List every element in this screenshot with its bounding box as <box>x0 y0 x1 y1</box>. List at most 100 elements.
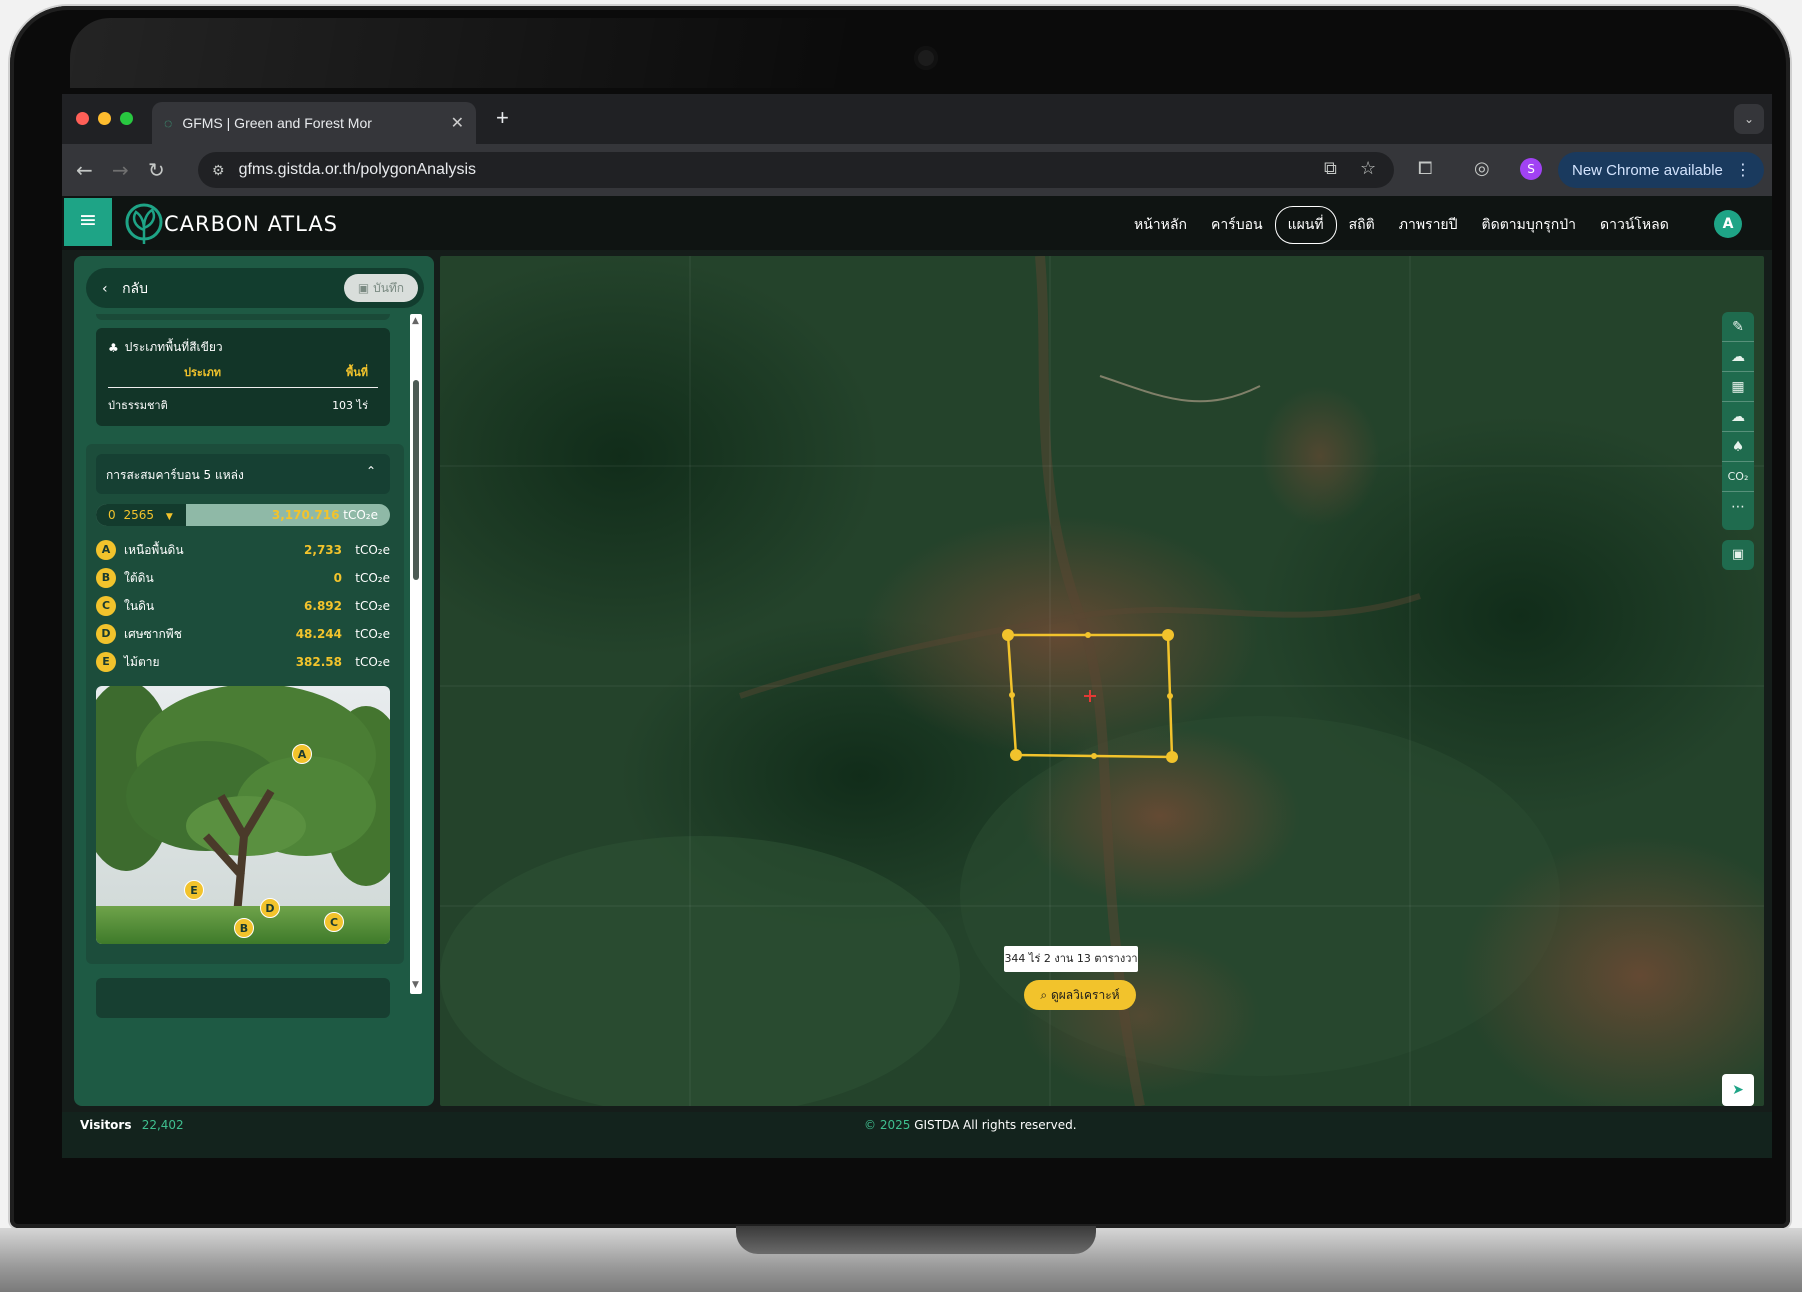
panel-scrollbar[interactable]: ▲ ▼ <box>410 314 422 994</box>
pool-marker-b: B <box>234 918 254 938</box>
cloud-icon[interactable]: ☁ <box>1722 402 1754 432</box>
co2-icon[interactable]: CO₂ <box>1722 462 1754 492</box>
tree-illustration <box>96 686 390 944</box>
nav-annual-imagery[interactable]: ภาพรายปี <box>1387 207 1470 243</box>
new-tab-button[interactable]: + <box>496 105 509 131</box>
nav-statistics[interactable]: สถิติ <box>1337 207 1387 243</box>
carbon-total: 3,170.716 tCO₂e <box>272 508 378 522</box>
save-icon: ▣ <box>357 281 370 295</box>
carbon-pools-title: การสะสมคาร์บอน 5 แหล่ง <box>106 468 244 482</box>
chrome-profile-avatar[interactable]: S <box>1520 158 1542 180</box>
visitors-label: Visitors <box>80 1118 132 1132</box>
locate-icon[interactable]: ➤ <box>1722 1074 1754 1106</box>
close-window-button[interactable] <box>76 112 89 125</box>
window-controls <box>76 112 133 125</box>
copyright-text: GISTDA All rights reserved. <box>914 1118 1077 1132</box>
menu-icon[interactable]: ≡ <box>64 198 112 246</box>
pool-badge: C <box>96 596 116 616</box>
back-button[interactable]: ‹ กลับ <box>102 278 148 300</box>
nav-download[interactable]: ดาวน์โหลด <box>1588 207 1681 243</box>
pool-marker-e: E <box>184 880 204 900</box>
browser-tabbar: ◌ GFMS | Green and Forest Mor ✕ + ⌄ <box>62 94 1772 144</box>
carbon-pools-tree-illustration: A B C D E <box>96 686 390 944</box>
panel-scroll-area[interactable]: ♣ ประเภทพื้นที่สีเขียว ประเภท พื้นที่ ป่… <box>86 314 404 1102</box>
nav-map[interactable]: แผนที่ <box>1274 206 1337 244</box>
building-icon[interactable]: ▦ <box>1722 372 1754 402</box>
pool-label: ใต้ดิน <box>124 570 154 585</box>
browser-tab[interactable]: ◌ GFMS | Green and Forest Mor ✕ <box>152 102 476 144</box>
chrome-menu-icon[interactable]: ⋮ <box>1735 160 1751 180</box>
pool-badge: D <box>96 624 116 644</box>
polygon-area-label: 344 ไร่ 2 งาน 13 ตารางวา <box>1004 946 1138 972</box>
scrollbar-thumb[interactable] <box>413 380 419 580</box>
next-card-collapsed <box>96 978 390 1018</box>
extensions-icon[interactable]: ⧠ <box>1418 158 1432 179</box>
update-chrome-button[interactable]: New Chrome available ⋮ <box>1558 152 1764 188</box>
install-app-icon[interactable]: ⧉ <box>1324 158 1337 179</box>
carbon-total-bar: 0 2565 ▼ 3,170.716 tCO₂e <box>96 504 390 526</box>
pool-unit: tCO₂e <box>355 627 390 641</box>
bookmark-star-icon[interactable]: ☆ <box>1360 158 1376 179</box>
site-info-icon[interactable]: ⚙ <box>212 162 225 179</box>
tab-favicon-icon: ◌ <box>164 115 173 131</box>
visitors-count: 22,402 <box>141 1118 184 1132</box>
carbon-pools-section: การสะสมคาร์บอน 5 แหล่ง ⌃ 0 2565 ▼ 3,170.… <box>86 444 404 964</box>
more-icon[interactable]: ⋯ <box>1722 492 1754 522</box>
carbon-atlas-logo[interactable]: CARBON ATLAS <box>124 202 338 246</box>
lid-shine <box>70 18 850 88</box>
green-area-card: ♣ ประเภทพื้นที่สีเขียว ประเภท พื้นที่ ป่… <box>96 328 390 426</box>
scroll-down-icon[interactable]: ▼ <box>412 980 420 990</box>
col-area: พื้นที่ <box>345 366 368 379</box>
green-area-title-text: ประเภทพื้นที่สีเขียว <box>124 340 223 354</box>
cloud-icon[interactable]: ☁ <box>1722 342 1754 372</box>
pool-unit: tCO₂e <box>355 543 390 557</box>
forward-icon[interactable]: → <box>112 158 129 182</box>
tab-close-icon[interactable]: ✕ <box>451 113 464 133</box>
view-analysis-button[interactable]: ⌕ ดูผลวิเคราะห์ <box>1024 980 1136 1010</box>
satellite-imagery <box>440 256 1764 1106</box>
maximize-window-button[interactable] <box>120 112 133 125</box>
chevron-up-icon[interactable]: ⌃ <box>366 464 376 478</box>
reload-icon[interactable]: ↻ <box>148 158 165 182</box>
nav-carbon[interactable]: คาร์บอน <box>1199 207 1275 243</box>
back-label: กลับ <box>122 281 149 297</box>
nav-forest-encroachment[interactable]: ติดตามบุกรุกป่า <box>1470 207 1588 243</box>
pool-value: 0 <box>333 571 342 585</box>
pool-value: 6.892 <box>304 599 342 613</box>
update-chrome-label: New Chrome available <box>1572 161 1723 179</box>
save-button[interactable]: ▣ บันทึก <box>344 274 418 302</box>
panel-top-bar: ‹ กลับ ▣ บันทึก <box>86 268 424 308</box>
nav-home[interactable]: หน้าหลัก <box>1122 207 1199 243</box>
pool-marker-d: D <box>260 898 280 918</box>
table-row: ป่าธรรมชาติ 103 ไร่ <box>108 388 378 414</box>
carbon-pool-list: A เหนือพื้นดิน 2,733 tCO₂e B ใต้ดิน 0 tC… <box>96 536 390 676</box>
scroll-up-icon[interactable]: ▲ <box>412 316 420 326</box>
green-area-title: ♣ ประเภทพื้นที่สีเขียว <box>108 338 378 357</box>
leaf-logo-icon <box>125 203 163 244</box>
list-item: C ในดิน 6.892 tCO₂e <box>96 592 390 620</box>
back-icon[interactable]: ← <box>76 158 93 182</box>
performance-icon[interactable]: ◎ <box>1474 158 1490 179</box>
pool-marker-a: A <box>292 744 312 764</box>
pool-value: 48.244 <box>295 627 342 641</box>
tree-icon: ♣ <box>108 340 119 355</box>
pool-label: เหนือพื้นดิน <box>124 542 184 557</box>
user-avatar[interactable]: A <box>1714 210 1742 238</box>
minimize-window-button[interactable] <box>98 112 111 125</box>
satellite-map[interactable]: ✎ ☁ ▦ ☁ ♠ CO₂ ⋯ ▣ 344 ไร่ 2 งาน 13 ตาราง… <box>440 256 1764 1106</box>
main-nav: หน้าหลัก คาร์บอน แผนที่ สถิติ ภาพรายปี ต… <box>1122 206 1681 244</box>
pool-value: 2,733 <box>304 543 342 557</box>
year-select[interactable]: 0 2565 ▼ <box>96 504 186 526</box>
pool-label: เศษซากพืช <box>124 626 182 641</box>
logo-text: CARBON ATLAS <box>164 212 339 236</box>
address-bar[interactable]: ⚙ gfms.gistda.or.th/polygonAnalysis <box>198 152 1394 188</box>
list-item: D เศษซากพืช 48.244 tCO₂e <box>96 620 390 648</box>
pool-label: ในดิน <box>124 598 155 613</box>
basemap-layer-icon[interactable]: ▣ <box>1722 540 1754 570</box>
draw-icon[interactable]: ✎ <box>1722 312 1754 342</box>
carbon-pools-header[interactable]: การสะสมคาร์บอน 5 แหล่ง ⌃ <box>96 454 390 494</box>
tree-icon[interactable]: ♠ <box>1722 432 1754 462</box>
carbon-total-value: 3,170.716 <box>271 508 340 522</box>
webcam <box>914 46 938 70</box>
tab-search-icon[interactable]: ⌄ <box>1734 104 1764 134</box>
